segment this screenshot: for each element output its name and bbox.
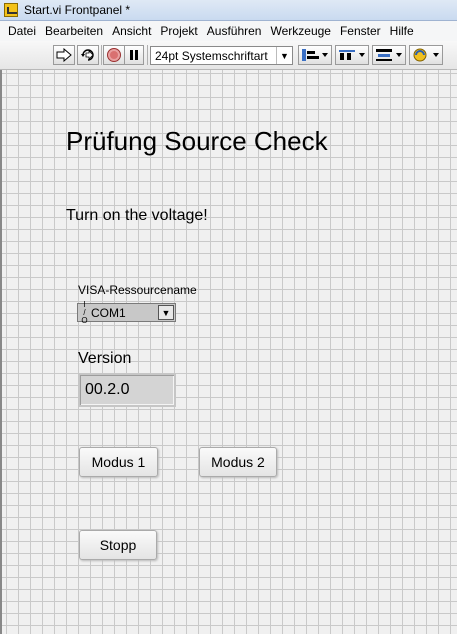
page-title: Prüfung Source Check bbox=[66, 126, 328, 156]
align-objects-button[interactable] bbox=[298, 45, 332, 65]
instruction-text: Turn on the voltage! bbox=[66, 207, 208, 224]
title-bar: Start.vi Frontpanel * bbox=[0, 0, 457, 21]
pause-icon bbox=[130, 50, 138, 60]
stopp-button[interactable]: Stopp bbox=[79, 530, 157, 560]
toolbar: 24pt Systemschriftart ▼ bbox=[0, 41, 457, 70]
modus-2-button[interactable]: Modus 2 bbox=[199, 447, 277, 477]
modus-2-label: Modus 2 bbox=[211, 454, 265, 470]
stopp-label: Stopp bbox=[99, 537, 137, 553]
menu-bearbeiten[interactable]: Bearbeiten bbox=[45, 24, 103, 38]
pause-button[interactable] bbox=[124, 45, 144, 65]
version-indicator: 00.2.0 bbox=[78, 373, 176, 407]
version-label: Version bbox=[78, 350, 132, 367]
modus-1-button[interactable]: Modus 1 bbox=[79, 447, 158, 477]
menu-fenster[interactable]: Fenster bbox=[340, 24, 381, 38]
run-button[interactable] bbox=[53, 45, 75, 65]
font-select-value: 24pt Systemschriftart bbox=[155, 48, 268, 63]
run-continuously-icon bbox=[81, 49, 94, 61]
io-icon: I / O bbox=[81, 299, 88, 325]
distribute-objects-button[interactable] bbox=[335, 45, 369, 65]
reorder-objects-button[interactable] bbox=[409, 45, 443, 65]
chevron-down-icon: ▼ bbox=[276, 47, 292, 64]
font-select[interactable]: 24pt Systemschriftart ▼ bbox=[150, 46, 293, 65]
version-value: 00.2.0 bbox=[85, 381, 130, 398]
modus-1-label: Modus 1 bbox=[91, 454, 146, 470]
menu-hilfe[interactable]: Hilfe bbox=[390, 24, 414, 38]
menu-werkzeuge[interactable]: Werkzeuge bbox=[270, 24, 330, 38]
abort-icon bbox=[107, 48, 121, 62]
distribute-icon bbox=[339, 50, 365, 60]
run-continuously-button[interactable] bbox=[77, 45, 99, 65]
window-title: Start.vi Frontpanel * bbox=[24, 3, 131, 17]
menu-ausfuehren[interactable]: Ausführen bbox=[207, 24, 262, 38]
run-arrow-icon bbox=[56, 48, 72, 62]
align-icon bbox=[302, 49, 328, 61]
menu-bar: Datei Bearbeiten Ansicht Projekt Ausführ… bbox=[0, 21, 457, 41]
labview-app-icon bbox=[4, 3, 18, 17]
chevron-down-icon[interactable]: ▼ bbox=[158, 305, 174, 320]
menu-ansicht[interactable]: Ansicht bbox=[112, 24, 151, 38]
resize-objects-button[interactable] bbox=[372, 45, 406, 65]
reorder-icon bbox=[413, 48, 439, 62]
visa-resource-value: COM1 bbox=[91, 305, 126, 320]
resize-icon bbox=[376, 49, 402, 61]
visa-resource-select[interactable]: I / O COM1 ▼ bbox=[77, 299, 176, 325]
menu-datei[interactable]: Datei bbox=[8, 24, 36, 38]
menu-projekt[interactable]: Projekt bbox=[160, 24, 197, 38]
visa-resource-label: VISA-Ressourcename bbox=[78, 283, 197, 297]
abort-button[interactable] bbox=[103, 45, 125, 65]
